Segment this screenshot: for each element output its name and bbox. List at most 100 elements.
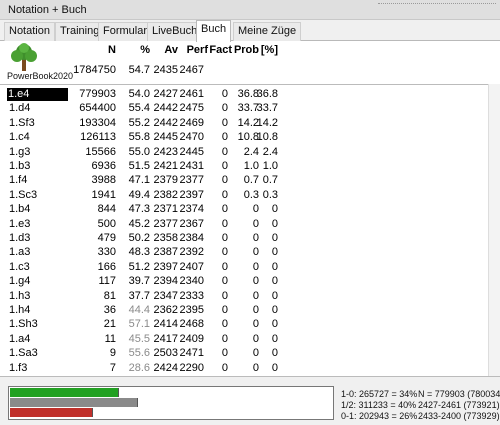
tree-icon bbox=[11, 43, 37, 71]
table-row[interactable]: 1.b4 844 47.3 2371 2374 0 0 0 bbox=[0, 202, 488, 217]
table-row[interactable]: 1.d3 479 50.2 2358 2384 0 0 0 bbox=[0, 231, 488, 246]
tab-livebuch[interactable]: LiveBuch bbox=[147, 22, 203, 41]
n-cell: 21 bbox=[103, 318, 116, 331]
pct2-cell: 0 bbox=[271, 361, 278, 374]
fact-cell: 0 bbox=[221, 174, 228, 187]
perf-cell: 2471 bbox=[179, 347, 204, 360]
table-row[interactable]: 1.Sf3 193304 55.2 2442 2469 0 14.2 14.2 bbox=[0, 116, 488, 131]
stat-white: 1-0: 265727 = 34% bbox=[341, 389, 418, 399]
table-row[interactable]: 1.c3 166 51.2 2397 2407 0 0 0 bbox=[0, 260, 488, 275]
move-cell[interactable]: 1.a4 bbox=[8, 333, 68, 345]
pct-cell: 49.4 bbox=[128, 188, 150, 201]
table-row[interactable]: 1.Sh3 21 57.1 2414 2468 0 0 0 bbox=[0, 317, 488, 332]
pct-cell: 37.7 bbox=[128, 289, 150, 302]
move-cell[interactable]: 1.Sf3 bbox=[8, 117, 68, 129]
table-row[interactable]: 1.Sc3 1941 49.4 2382 2397 0 0.3 0.3 bbox=[0, 188, 488, 203]
move-cell[interactable]: 1.c4 bbox=[8, 131, 68, 143]
move-cell[interactable]: 1.d3 bbox=[8, 232, 68, 244]
move-cell[interactable]: 1.f4 bbox=[8, 174, 68, 186]
move-cell[interactable]: 1.g4 bbox=[8, 275, 68, 287]
fact-cell: 0 bbox=[221, 188, 228, 201]
table-row[interactable]: 1.a3 330 48.3 2387 2392 0 0 0 bbox=[0, 245, 488, 260]
move-cell[interactable]: 1.c3 bbox=[8, 261, 68, 273]
tab-formular[interactable]: Formular bbox=[98, 22, 153, 41]
move-cell[interactable]: 1.b4 bbox=[8, 203, 68, 215]
table-row[interactable]: 1.c4 126113 55.8 2445 2470 0 10.8 10.8 bbox=[0, 130, 488, 145]
table-row[interactable]: 1.b3 6936 51.5 2421 2431 0 1.0 1.0 bbox=[0, 159, 488, 174]
book-summary: PowerBook2020 N % Av Perf Fact Prob [%] … bbox=[0, 42, 500, 84]
av-cell: 2424 bbox=[153, 361, 178, 374]
col-header-n[interactable]: N bbox=[104, 44, 116, 56]
pct2-cell: 1.0 bbox=[262, 160, 278, 172]
black-wins-bar bbox=[10, 408, 93, 417]
table-row[interactable]: 1.f4 3988 47.1 2379 2377 0 0.7 0.7 bbox=[0, 173, 488, 188]
drag-grip[interactable] bbox=[378, 3, 496, 6]
move-cell[interactable]: 1.e4 bbox=[7, 88, 68, 101]
table-row[interactable]: 1.e3 500 45.2 2377 2367 0 0 0 bbox=[0, 217, 488, 232]
result-bars bbox=[8, 386, 334, 420]
move-cell[interactable]: 1.d4 bbox=[8, 102, 68, 114]
pct-cell: 55.4 bbox=[128, 102, 150, 115]
summary-perf: 2467 bbox=[179, 64, 204, 76]
table-row[interactable]: 1.h3 81 37.7 2347 2333 0 0 0 bbox=[0, 289, 488, 304]
perf-cell: 2333 bbox=[179, 289, 204, 302]
n-cell: 779903 bbox=[79, 88, 116, 100]
table-row[interactable]: 1.a4 11 45.5 2417 2409 0 0 0 bbox=[0, 332, 488, 347]
av-cell: 2397 bbox=[153, 260, 178, 273]
perf-cell: 2290 bbox=[179, 361, 204, 374]
fact-cell: 0 bbox=[221, 232, 228, 244]
move-cell[interactable]: 1.h3 bbox=[8, 290, 68, 302]
move-cell[interactable]: 1.e3 bbox=[8, 218, 68, 230]
pct-cell: 51.5 bbox=[128, 160, 150, 172]
table-row[interactable]: 1.g3 15566 55.0 2423 2445 0 2.4 2.4 bbox=[0, 145, 488, 160]
av-cell: 2387 bbox=[153, 246, 178, 259]
pct2-cell: 0 bbox=[271, 217, 278, 230]
stat-black: 0-1: 202943 = 26% bbox=[341, 411, 418, 421]
move-cell[interactable]: 1.g3 bbox=[8, 146, 68, 158]
stat-range-2: 2433-2400 (773929) bbox=[418, 411, 500, 421]
av-cell: 2445 bbox=[153, 131, 178, 144]
n-cell: 81 bbox=[103, 289, 116, 302]
col-header-prob[interactable]: Prob bbox=[233, 44, 259, 56]
pct2-cell: 0.7 bbox=[262, 174, 278, 187]
av-cell: 2371 bbox=[153, 203, 178, 216]
move-cell[interactable]: 1.h4 bbox=[8, 304, 68, 316]
moves-table[interactable]: 1.e4 779903 54.0 2427 2461 0 36.8 36.8 1.d4 65440… bbox=[0, 84, 500, 376]
move-cell[interactable]: 1.a3 bbox=[8, 246, 68, 258]
perf-cell: 2407 bbox=[179, 260, 204, 273]
vertical-scrollbar[interactable] bbox=[488, 84, 500, 376]
pct2-cell: 0 bbox=[271, 232, 278, 244]
n-cell: 654400 bbox=[79, 102, 116, 115]
pct2-cell: 10.8 bbox=[256, 131, 278, 144]
av-cell: 2503 bbox=[153, 347, 178, 360]
move-cell[interactable]: 1.Sc3 bbox=[8, 189, 68, 201]
n-cell: 117 bbox=[98, 275, 116, 288]
fact-cell: 0 bbox=[221, 102, 228, 115]
pct-cell: 39.7 bbox=[128, 275, 150, 288]
summary-n: 1784750 bbox=[73, 64, 116, 76]
table-row[interactable]: 1.d4 654400 55.4 2442 2475 0 33.7 33.7 bbox=[0, 101, 488, 116]
col-header-pct[interactable]: % bbox=[138, 44, 150, 56]
tab-buch[interactable]: Buch bbox=[196, 20, 232, 42]
tab-notation[interactable]: Notation bbox=[4, 22, 55, 41]
table-row[interactable]: 1.h4 36 44.4 2362 2395 0 0 0 bbox=[0, 303, 488, 318]
tab-training[interactable]: Training bbox=[55, 22, 105, 41]
col-header-perf[interactable]: Perf bbox=[182, 44, 208, 56]
fact-cell: 0 bbox=[221, 260, 228, 273]
move-cell[interactable]: 1.f3 bbox=[8, 362, 68, 374]
stat-draw: 1/2: 311233 = 40% bbox=[341, 400, 417, 410]
table-row[interactable]: 1.Sa3 9 55.6 2503 2471 0 0 0 bbox=[0, 346, 488, 361]
tab-meine-zuege[interactable]: Meine Züge bbox=[233, 22, 302, 41]
move-cell[interactable]: 1.Sa3 bbox=[8, 347, 68, 359]
table-row[interactable]: 1.f3 7 28.6 2424 2290 0 0 0 bbox=[0, 361, 488, 376]
move-cell[interactable]: 1.Sh3 bbox=[8, 318, 68, 330]
col-header-av[interactable]: Av bbox=[160, 44, 178, 56]
col-header-fact[interactable]: Fact bbox=[208, 44, 232, 56]
table-row[interactable]: 1.g4 117 39.7 2394 2340 0 0 0 bbox=[0, 274, 488, 289]
perf-cell: 2470 bbox=[179, 131, 204, 144]
move-cell[interactable]: 1.b3 bbox=[8, 160, 68, 172]
col-header-pct2[interactable]: [%] bbox=[258, 44, 278, 56]
pct2-cell: 0 bbox=[271, 246, 278, 259]
table-row[interactable]: 1.e4 779903 54.0 2427 2461 0 36.8 36.8 bbox=[0, 87, 488, 102]
n-cell: 9 bbox=[109, 347, 116, 360]
